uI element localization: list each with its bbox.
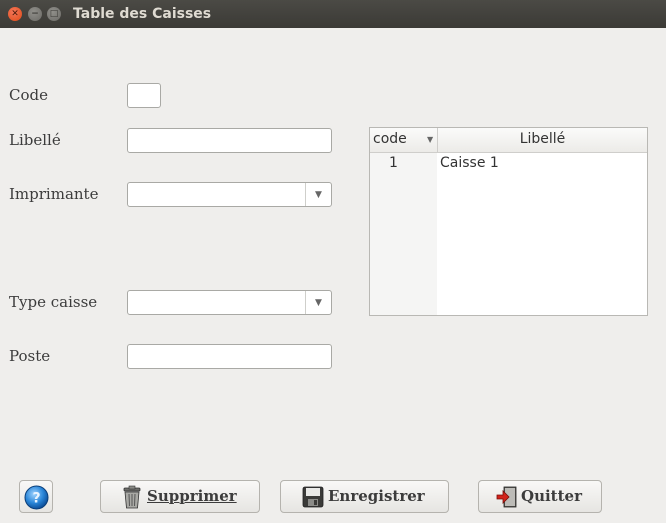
code-field[interactable] — [127, 83, 161, 108]
trash-icon — [123, 485, 141, 509]
libelle-label: Libellé — [9, 131, 61, 149]
column-header-code[interactable]: code ▼ — [370, 128, 438, 152]
close-window-button[interactable]: ✕ — [8, 7, 22, 21]
minimize-window-button[interactable]: − — [28, 7, 42, 21]
window-title: Table des Caisses — [73, 6, 212, 22]
save-button[interactable]: Enregistrer — [280, 480, 449, 513]
quit-button[interactable]: Quitter — [478, 480, 602, 513]
cell-code: 1 — [389, 155, 398, 171]
table-header: code ▼ Libellé — [370, 128, 647, 153]
svg-text:?: ? — [32, 491, 40, 507]
code-column-background — [370, 153, 437, 315]
save-button-label: Enregistrer — [328, 487, 425, 505]
chevron-down-icon[interactable]: ▼ — [305, 183, 331, 206]
floppy-disk-icon — [302, 486, 324, 508]
maximize-window-button[interactable]: □ — [47, 7, 61, 21]
libelle-field[interactable] — [127, 128, 332, 153]
column-header-libelle[interactable]: Libellé — [438, 131, 647, 147]
imprimante-combo[interactable]: ▼ — [127, 182, 332, 207]
imprimante-label: Imprimante — [9, 185, 99, 203]
cell-libelle: Caisse 1 — [440, 155, 499, 171]
title-bar: ✕ − □ Table des Caisses — [0, 0, 666, 28]
sort-down-icon: ▼ — [427, 135, 434, 144]
help-button[interactable]: ? — [19, 480, 53, 513]
exit-door-icon — [496, 486, 517, 508]
quit-button-label: Quitter — [521, 487, 582, 505]
delete-button[interactable]: Supprimer — [100, 480, 260, 513]
caisses-table[interactable]: code ▼ Libellé 1 Caisse 1 — [369, 127, 648, 316]
delete-button-label: Supprimer — [147, 487, 237, 505]
chevron-down-icon[interactable]: ▼ — [305, 291, 331, 314]
type-caisse-combo[interactable]: ▼ — [127, 290, 332, 315]
help-icon: ? — [24, 485, 49, 510]
code-label: Code — [9, 86, 48, 104]
poste-label: Poste — [9, 347, 51, 365]
type-caisse-label: Type caisse — [9, 293, 98, 311]
poste-field[interactable] — [127, 344, 332, 369]
